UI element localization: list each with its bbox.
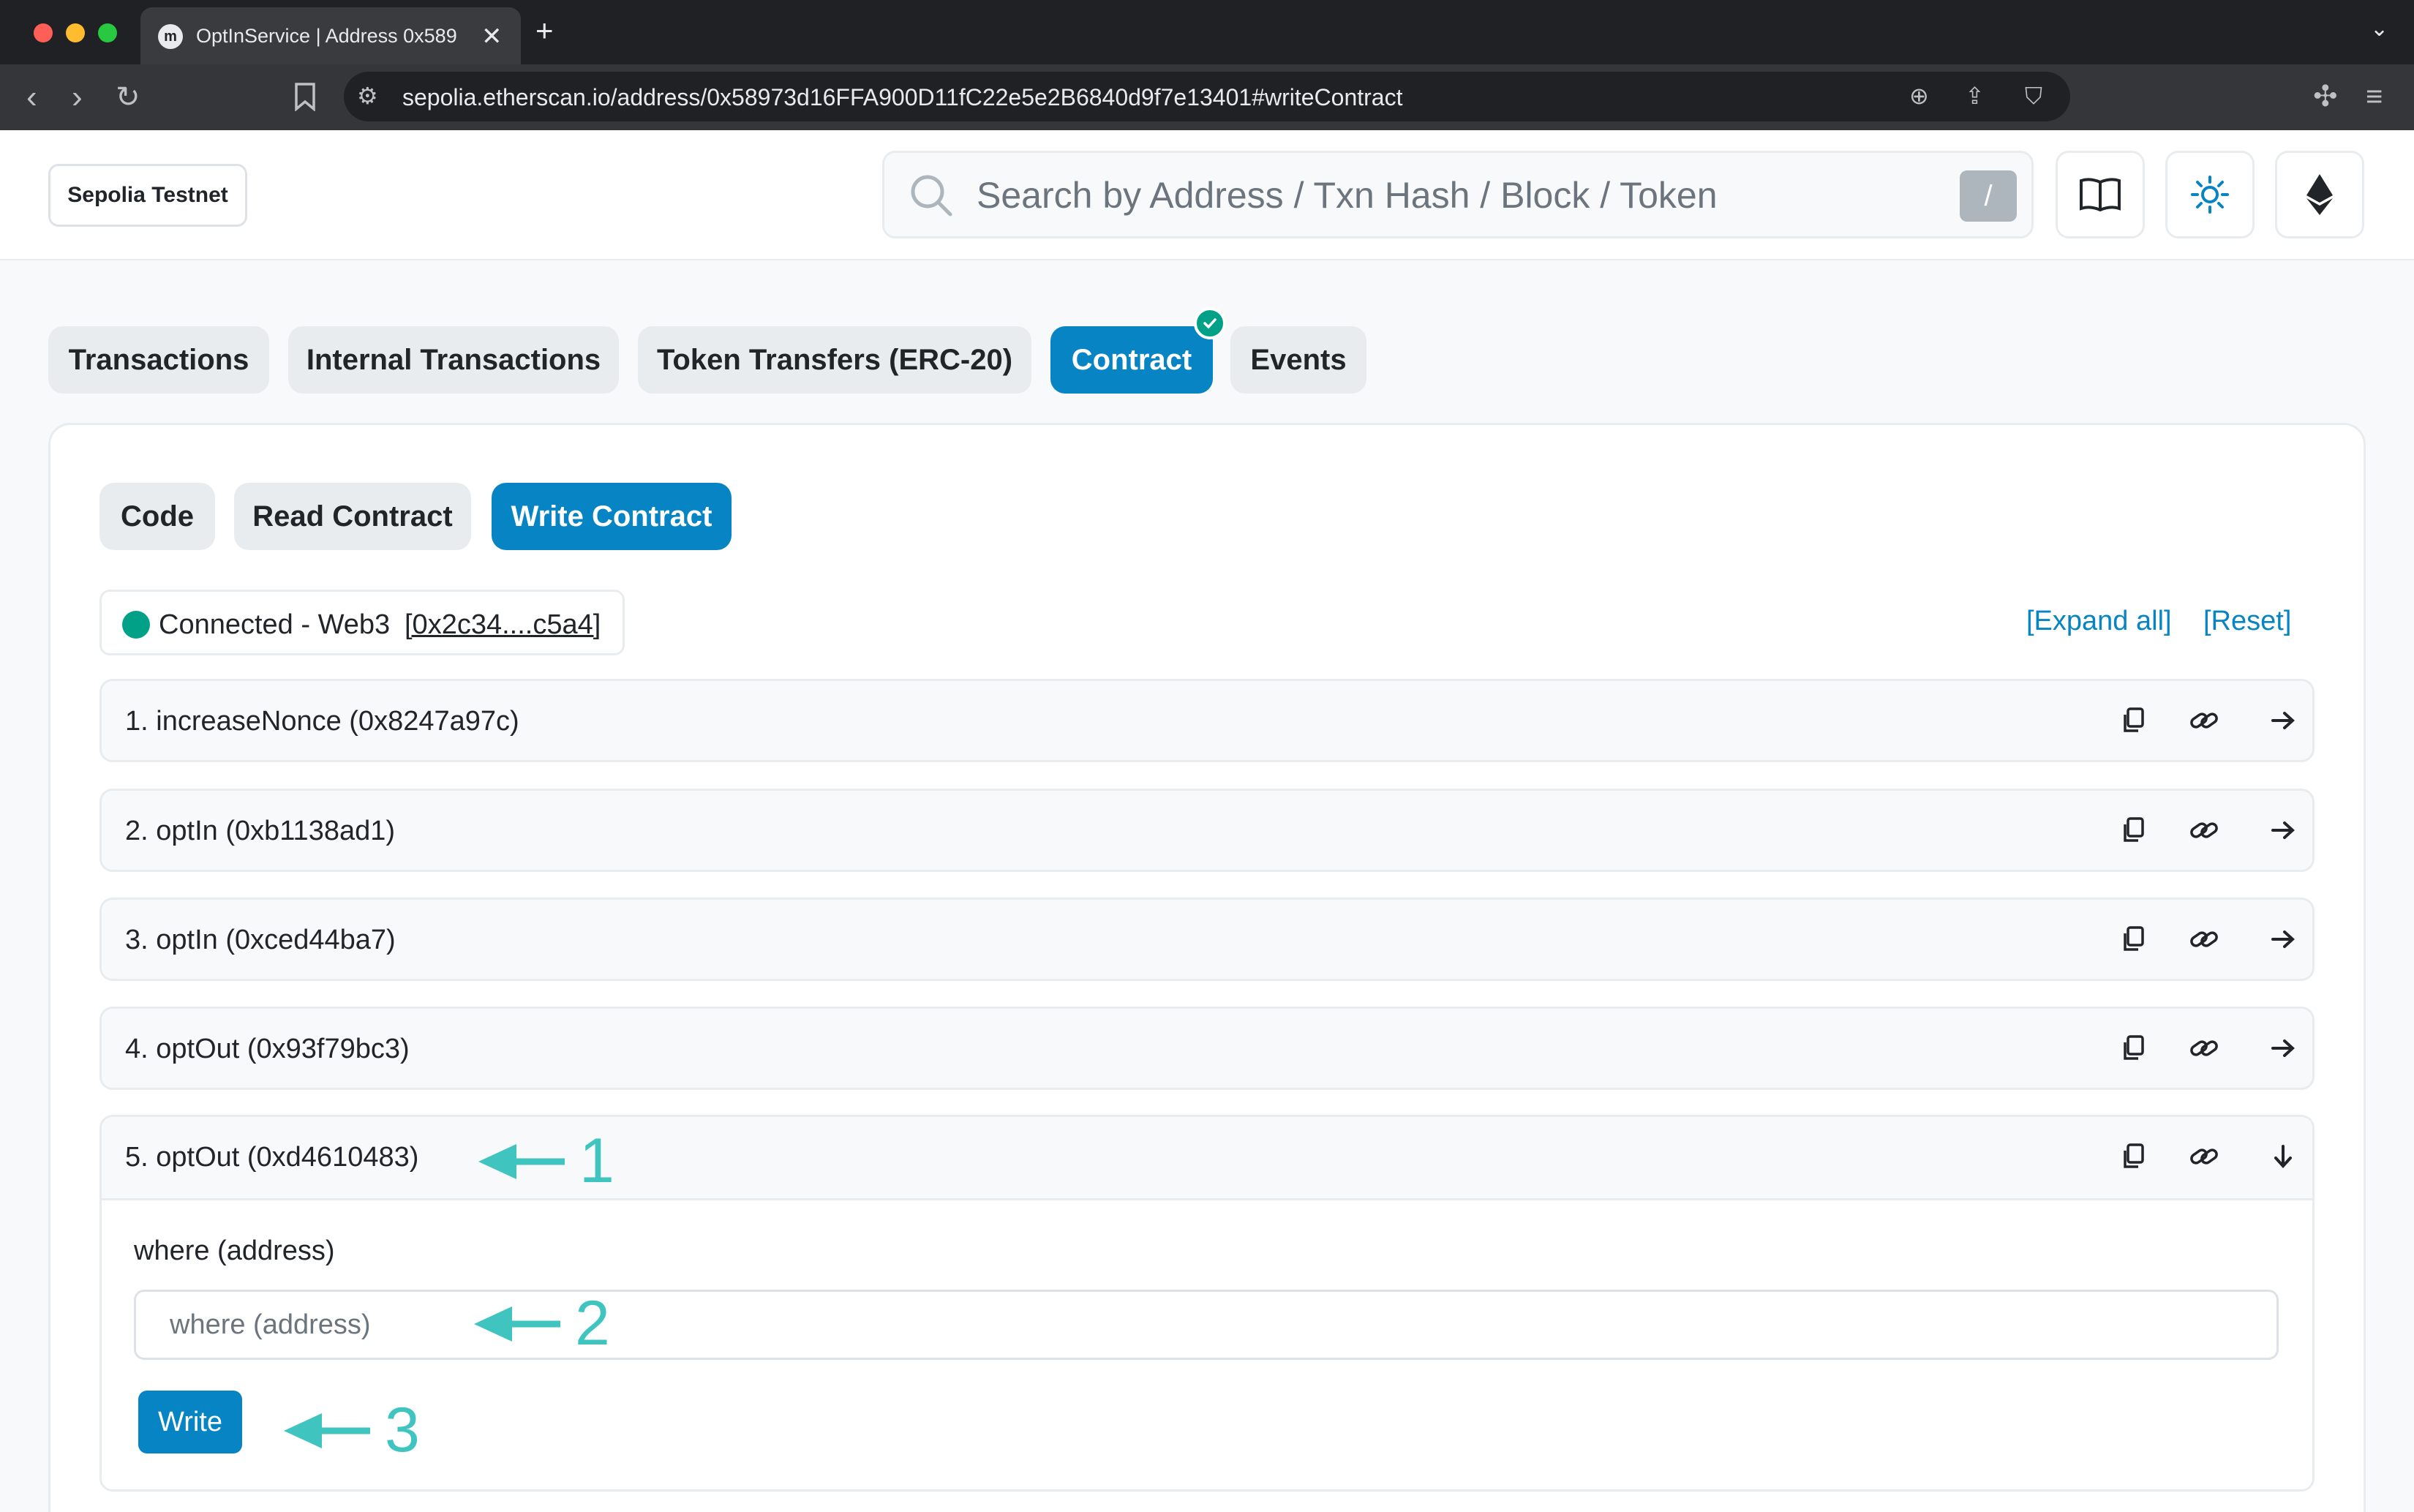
maximize-window-button[interactable] (98, 23, 117, 42)
where-address-input[interactable] (134, 1290, 2279, 1360)
tab-contract[interactable]: Contract (1050, 326, 1213, 394)
copy-icon[interactable] (2119, 816, 2148, 845)
annotation-number: 1 (579, 1126, 614, 1196)
connected-address-link[interactable]: [0x2c34....c5a4] (405, 609, 601, 641)
write-button[interactable]: Write (138, 1391, 242, 1453)
arrow-down-icon[interactable] (2268, 1142, 2298, 1171)
annotation-number: 3 (385, 1395, 420, 1465)
link-icon[interactable] (2189, 925, 2219, 954)
network-badge[interactable]: Sepolia Testnet (48, 164, 247, 227)
etherscan-favicon-icon: m (158, 24, 183, 49)
address-bar[interactable]: ⚙ sepolia.etherscan.io/address/0x58973d1… (344, 72, 2070, 121)
function-label: 3. optIn (0xced44ba7) (125, 925, 396, 955)
copy-icon[interactable] (2119, 706, 2148, 735)
menu-icon[interactable]: ≡ (2366, 80, 2383, 113)
minimize-window-button[interactable] (66, 23, 85, 42)
function-label: 5. optOut (0xd4610483) (125, 1142, 419, 1173)
function-label: 1. increaseNonce (0x8247a97c) (125, 706, 519, 737)
function-row[interactable]: 1. increaseNonce (0x8247a97c) (99, 679, 2315, 762)
tab-token-transfers[interactable]: Token Transfers (ERC-20) (638, 326, 1031, 394)
annotation-arrow-icon (284, 1413, 370, 1448)
tab-events[interactable]: Events (1230, 326, 1366, 394)
function-row[interactable]: 3. optIn (0xced44ba7) (99, 898, 2315, 981)
wallet-connection-status: Connected - Web3 [0x2c34....c5a4] (99, 590, 625, 655)
copy-icon[interactable] (2119, 1142, 2148, 1171)
theme-toggle-button[interactable] (2165, 151, 2255, 238)
bookmark-icon[interactable] (293, 82, 317, 119)
function-row[interactable]: 5. optOut (0xd4610483) (102, 1117, 2312, 1200)
annotation-arrow-icon (478, 1144, 565, 1179)
zoom-icon[interactable]: ⊕ (1909, 81, 1929, 110)
close-window-button[interactable] (34, 23, 53, 42)
annotation-arrow-icon (474, 1306, 560, 1342)
copy-icon[interactable] (2119, 925, 2148, 954)
link-icon[interactable] (2189, 816, 2219, 845)
close-tab-icon[interactable]: ✕ (481, 22, 503, 51)
arrow-right-icon[interactable] (2268, 816, 2298, 845)
function-row[interactable]: 2. optIn (0xb1138ad1) (99, 789, 2315, 872)
function-label: 2. optIn (0xb1138ad1) (125, 816, 396, 846)
param-label: where (address) (134, 1235, 335, 1266)
ethereum-icon (2306, 174, 2333, 215)
search-icon (911, 175, 952, 217)
expand-all-link[interactable]: [Expand all] (2026, 606, 2172, 637)
docs-button[interactable] (2056, 151, 2145, 238)
forward-icon[interactable]: › (72, 79, 83, 116)
browser-toolbar: ‹ › ↻ ⚙ sepolia.etherscan.io/address/0x5… (0, 64, 2414, 130)
arrow-right-icon[interactable] (2268, 706, 2298, 735)
share-icon[interactable]: ⇪ (1965, 81, 1985, 110)
network-switch-button[interactable] (2275, 151, 2364, 238)
reset-link[interactable]: [Reset] (2203, 606, 2291, 637)
arrow-right-icon[interactable] (2268, 925, 2298, 954)
copy-icon[interactable] (2119, 1034, 2148, 1063)
annotation-number: 2 (575, 1288, 610, 1358)
subtab-write-contract[interactable]: Write Contract (492, 483, 732, 550)
browser-tab[interactable]: m OptInService | Address 0x589 ✕ (140, 7, 521, 64)
book-icon (2080, 178, 2121, 212)
function-label: 4. optOut (0x93f79bc3) (125, 1034, 410, 1064)
site-header: Sepolia Testnet / (0, 130, 2414, 260)
arrow-right-icon[interactable] (2268, 1034, 2298, 1063)
url-text[interactable]: sepolia.etherscan.io/address/0x58973d16F… (402, 84, 1402, 111)
sun-icon (2191, 176, 2229, 214)
search-box[interactable]: / (882, 151, 2034, 238)
link-icon[interactable] (2189, 1034, 2219, 1063)
tab-transactions[interactable]: Transactions (48, 326, 269, 394)
subtab-read-contract[interactable]: Read Contract (234, 483, 471, 550)
verified-check-icon (1194, 307, 1226, 339)
tab-title: OptInService | Address 0x589 (196, 25, 457, 47)
function-row[interactable]: 4. optOut (0x93f79bc3) (99, 1007, 2315, 1090)
search-shortcut-key: / (1960, 170, 2017, 222)
expanded-function-panel: 5. optOut (0xd4610483) where (address) W… (99, 1115, 2315, 1492)
search-input[interactable] (977, 172, 1898, 219)
site-settings-icon[interactable]: ⚙ (357, 81, 378, 110)
reload-icon[interactable]: ↻ (116, 79, 140, 116)
connection-status-text: Connected - Web3 (159, 609, 391, 640)
link-icon[interactable] (2189, 1142, 2219, 1171)
tab-internal-transactions[interactable]: Internal Transactions (288, 326, 619, 394)
chevron-down-icon[interactable]: ⌄ (2370, 16, 2388, 42)
browser-tab-strip: m OptInService | Address 0x589 ✕ + ⌄ (0, 0, 2414, 64)
back-icon[interactable]: ‹ (26, 79, 37, 116)
brave-shield-icon[interactable]: ⛉ (2025, 81, 2042, 110)
subtab-code[interactable]: Code (99, 483, 215, 550)
connected-status-icon (122, 611, 150, 639)
link-icon[interactable] (2189, 706, 2219, 735)
extensions-icon[interactable]: ✣ (2313, 80, 2338, 113)
new-tab-icon[interactable]: + (535, 13, 554, 48)
